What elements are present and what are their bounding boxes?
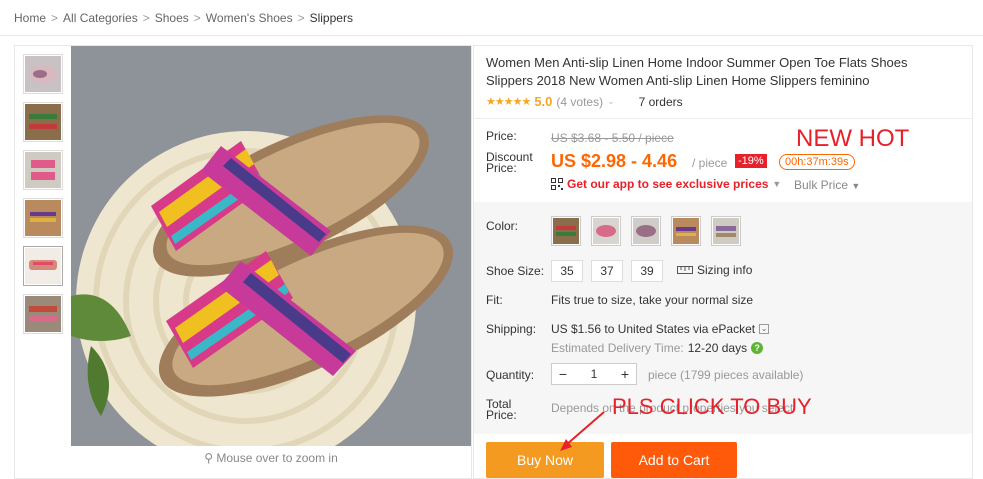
zoom-hint-text: Mouse over to zoom in <box>216 451 338 465</box>
color-swatch-2[interactable] <box>591 216 621 246</box>
countdown-timer: 00h:37m:39s <box>779 154 855 170</box>
rating-value: 5.0 <box>534 94 553 109</box>
delivery-days: 12-20 days <box>687 341 748 355</box>
main-product-image[interactable] <box>71 46 471 446</box>
increase-button[interactable]: + <box>614 366 636 382</box>
chevron-down-icon[interactable]: ⌄ <box>759 324 770 334</box>
discount-label-price: Price: <box>486 161 517 175</box>
quantity-stepper: − 1 + <box>551 363 637 385</box>
breadcrumb-current: Slippers <box>309 10 353 25</box>
swatch-image <box>593 218 619 244</box>
slippers-image <box>71 46 471 446</box>
fit-label: Fit: <box>486 293 503 307</box>
thumbnail-image <box>25 200 61 236</box>
new-hot-overlay: NEW HOT <box>796 125 910 152</box>
caret-down-icon: ▼ <box>851 181 861 191</box>
quantity-label: Quantity: <box>486 368 535 382</box>
star-rating-icon: ★★★★★ <box>486 96 531 108</box>
price-label: Price: <box>486 129 517 143</box>
delivery-time: Estimated Delivery Time: 12-20 days ? <box>551 341 764 355</box>
shipping-text: US $1.56 to United States via ePacket <box>551 322 756 336</box>
shoe-size-label: Shoe Size: <box>486 264 545 278</box>
click-to-buy-overlay: PLS CLICK TO BUY <box>612 394 812 419</box>
chevron-down-icon[interactable]: ⌄ <box>607 96 615 107</box>
discount-price: US $2.98 - 4.46 <box>551 151 678 171</box>
thumbnail-1[interactable] <box>23 54 63 94</box>
breadcrumb-shoes[interactable]: Shoes <box>155 11 189 25</box>
size-option-35[interactable]: 35 <box>551 260 583 282</box>
thumbnail-image <box>25 296 61 332</box>
color-swatch-3[interactable] <box>631 216 661 246</box>
ruler-icon <box>677 266 693 274</box>
thumbnail-image <box>25 152 61 188</box>
qr-code-icon <box>551 178 563 190</box>
shipping-option[interactable]: US $1.56 to United States via ePacket ⌄ <box>551 322 770 336</box>
bulk-price-dropdown[interactable]: Bulk Price ▼ <box>794 178 860 192</box>
shipping-label: Shipping: <box>486 322 537 336</box>
breadcrumb-separator: > <box>51 10 59 25</box>
discount-badge: -19% <box>735 154 767 168</box>
thumbnail-2[interactable] <box>23 102 63 142</box>
product-gallery: ⚲ Mouse over to zoom in <box>14 45 472 479</box>
breadcrumb-separator: > <box>297 10 305 25</box>
breadcrumb-womens-shoes[interactable]: Women's Shoes <box>206 11 293 25</box>
thumbnail-6[interactable] <box>23 294 63 334</box>
thumbnail-image <box>25 104 61 140</box>
caret-down-icon: ▼ <box>772 179 782 189</box>
add-to-cart-button[interactable]: Add to Cart <box>611 442 737 478</box>
product-title: Women Men Anti-slip Linen Home Indoor Su… <box>486 55 908 88</box>
color-swatch-5[interactable] <box>711 216 741 246</box>
quantity-input[interactable]: 1 <box>574 367 614 381</box>
per-piece: / piece <box>692 156 728 170</box>
thumbnail-4[interactable] <box>23 198 63 238</box>
product-options: Color: Shoe Size: 35 37 39 Sizing info F… <box>474 202 972 434</box>
swatch-image <box>713 218 739 244</box>
original-price: US $3.68 - 5.50 / piece <box>551 131 674 145</box>
thumbnail-image <box>25 56 61 92</box>
sizing-info-link[interactable]: Sizing info <box>677 263 752 277</box>
help-icon[interactable]: ? <box>751 342 764 354</box>
rating-row: ★★★★★ 5.0 (4 votes) ⌄ 7 orders <box>486 94 683 109</box>
bulk-price-text: Bulk Price <box>794 178 849 192</box>
availability-text: piece (1799 pieces available) <box>648 368 804 382</box>
breadcrumb-separator: > <box>193 10 201 25</box>
thumbnail-3[interactable] <box>23 150 63 190</box>
size-option-39[interactable]: 39 <box>631 260 663 282</box>
decrease-button[interactable]: − <box>552 366 574 382</box>
color-swatch-4[interactable] <box>671 216 701 246</box>
swatch-image <box>553 218 579 244</box>
total-label-price: Price: <box>486 408 517 422</box>
breadcrumb-all-categories[interactable]: All Categories <box>63 11 138 25</box>
color-label: Color: <box>486 219 519 233</box>
swatch-image <box>633 218 659 244</box>
app-price-link[interactable]: Get our app to see exclusive prices ▼ <box>551 177 781 191</box>
app-price-text: Get our app to see exclusive prices <box>567 177 769 191</box>
breadcrumb-home[interactable]: Home <box>14 11 46 25</box>
orders-count: 7 orders <box>638 94 683 109</box>
breadcrumb: Home > All Categories > Shoes > Women's … <box>0 0 983 36</box>
thumbnail-5[interactable] <box>23 246 63 286</box>
thumbnail-image <box>25 248 61 284</box>
size-option-37[interactable]: 37 <box>591 260 623 282</box>
swatch-image <box>673 218 699 244</box>
color-swatch-1[interactable] <box>551 216 581 246</box>
delivery-label: Estimated Delivery Time: <box>551 341 684 355</box>
breadcrumb-separator: > <box>142 10 150 25</box>
votes-link[interactable]: (4 votes) <box>556 95 603 109</box>
thumbnail-list <box>23 54 63 342</box>
price-block: Price: US $3.68 - 5.50 / piece NEW HOT D… <box>474 118 972 202</box>
magnifier-icon: ⚲ <box>204 451 217 465</box>
sizing-info-text: Sizing info <box>697 263 753 277</box>
fit-text: Fits true to size, take your normal size <box>551 293 754 307</box>
product-info: Women Men Anti-slip Linen Home Indoor Su… <box>473 45 973 479</box>
buy-now-button[interactable]: Buy Now <box>486 442 604 478</box>
zoom-hint: ⚲ Mouse over to zoom in <box>71 451 471 465</box>
